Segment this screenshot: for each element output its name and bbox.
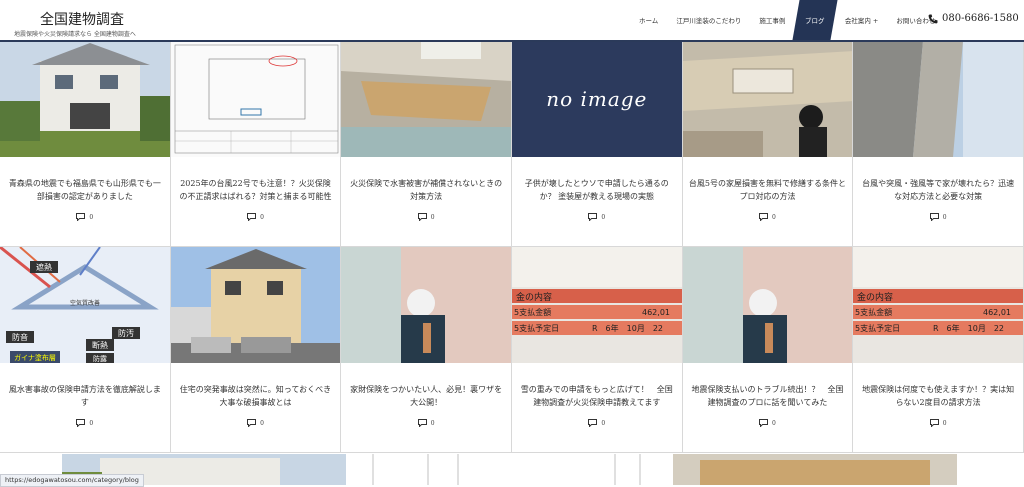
post-title[interactable]: 台風や突風・強風等で家が壊れたら？迅速な対応方法と必要な対策 <box>859 177 1017 203</box>
post-card[interactable]: 台風や突風・強風等で家が壊れたら？迅速な対応方法と必要な対策 0 <box>853 41 1024 247</box>
svg-text:5支払金額: 5支払金額 <box>855 307 892 317</box>
post-card[interactable]: 青森県の地震でも福島県でも山形県でも一部損害の認定がありました 0 <box>0 41 171 247</box>
main-nav: ホーム 江戸川塗装のこだわり 施工事例 ブログ 会社案内 + お問い合わせ <box>630 0 944 40</box>
no-image-placeholder[interactable]: no image <box>511 41 682 157</box>
comment-count: 0 <box>512 213 682 221</box>
comment-icon <box>247 213 257 221</box>
comment-count: 0 <box>853 213 1023 221</box>
comment-count: 0 <box>683 213 853 221</box>
comment-count: 0 <box>0 213 170 221</box>
svg-text:ガイナ塗布層: ガイナ塗布層 <box>14 353 56 362</box>
comment-count: 0 <box>341 419 511 427</box>
post-title[interactable]: 地震保険は何度でも使えますか！？実は知らない2度目の請求方法 <box>859 383 1017 409</box>
svg-text:遮熱: 遮熱 <box>36 262 52 272</box>
svg-text:5支払予定日: 5支払予定日 <box>514 323 559 333</box>
comment-count: 0 <box>341 213 511 221</box>
post-thumbnail[interactable]: 遮熱 空気質改善 防音 断熱 防汚 防露 ガイナ塗布層 <box>0 247 170 363</box>
post-card[interactable]: 地震保険支払いのトラブル続出！？ 全国建物調査のプロに話を聞いてみた 0 <box>682 247 854 453</box>
post-title[interactable]: 雪の重みでの申請をもっと広げて！ 全国建物調査が火災保険申請教えてます <box>518 383 676 409</box>
comment-icon <box>588 213 598 221</box>
status-bar-url: https://edogawatosou.com/category/blog <box>0 474 144 487</box>
svg-text:R 6年 10月 22: R 6年 10月 22 <box>933 323 1004 333</box>
comment-icon <box>759 419 769 427</box>
site-header: 全国建物調査 地震保険や火災保険請求なら 全国建物調査へ ホーム 江戸川塗装のこ… <box>0 0 1024 42</box>
post-thumbnail[interactable] <box>682 247 853 363</box>
nav-home[interactable]: ホーム <box>630 0 667 40</box>
site-title[interactable]: 全国建物調査 <box>40 9 124 29</box>
post-thumbnail[interactable]: 金の内容 5支払金額 462,01 5支払予定日 R 6年 10月 22 <box>511 247 682 363</box>
post-thumbnail[interactable]: 金の内容 5支払金額 462,01 5支払予定日 R 6年 10月 22 <box>853 247 1023 363</box>
post-card[interactable]: 台風5号の家屋損害を無料で修繕する条件とプロ対応の方法 0 <box>682 41 854 247</box>
comment-count: 0 <box>171 419 341 427</box>
next-row-preview <box>0 454 1024 485</box>
post-title[interactable]: 火災保険で水害被害が補償されないときの対策方法 <box>347 177 505 203</box>
comment-icon <box>417 213 427 221</box>
post-title[interactable]: 2025年の台風22号でも注意！？火災保険の不正請求はばれる？対策と捕まる可能性 <box>177 177 335 203</box>
comment-count: 0 <box>683 419 853 427</box>
comment-icon <box>417 419 427 427</box>
svg-text:断熱: 断熱 <box>92 340 108 350</box>
comment-count: 0 <box>0 419 170 427</box>
comment-icon <box>929 419 939 427</box>
post-thumbnail[interactable] <box>853 41 1023 157</box>
post-card[interactable]: 住宅の突発事故は突然に。知っておくべき大事な破損事故とは 0 <box>170 247 342 453</box>
svg-text:5支払予定日: 5支払予定日 <box>855 323 900 333</box>
comment-count: 0 <box>171 213 341 221</box>
post-title[interactable]: 住宅の突発事故は突然に。知っておくべき大事な破損事故とは <box>177 383 335 409</box>
post-card[interactable]: 火災保険で水害被害が補償されないときの対策方法 0 <box>341 41 512 247</box>
comment-count: 0 <box>512 419 682 427</box>
post-card[interactable]: 遮熱 空気質改善 防音 断熱 防汚 防露 ガイナ塗布層 風水害事故の保険申請方法… <box>0 247 171 453</box>
post-card[interactable]: 家財保険をつかいたい人、必見！裏ワザを大公開！ 0 <box>341 247 512 453</box>
svg-text:防音: 防音 <box>12 332 28 342</box>
blog-post-grid: 青森県の地震でも福島県でも山形県でも一部損害の認定がありました 0 2025年の… <box>0 41 1024 454</box>
svg-text:金の内容: 金の内容 <box>857 291 893 303</box>
post-thumbnail[interactable] <box>341 41 511 157</box>
post-title[interactable]: 風水害事故の保険申請方法を徹底解説します <box>6 383 164 409</box>
post-card[interactable]: 金の内容 5支払金額 462,01 5支払予定日 R 6年 10月 22 地震保… <box>853 247 1024 453</box>
post-thumbnail[interactable] <box>170 41 341 157</box>
svg-text:防汚: 防汚 <box>118 328 134 338</box>
phone-number: 080-6686-1580 <box>942 13 1019 24</box>
svg-text:R 6年 10月 22: R 6年 10月 22 <box>592 323 663 333</box>
nav-company[interactable]: 会社案内 + <box>836 0 888 40</box>
svg-text:462,01: 462,01 <box>983 308 1011 317</box>
nav-works[interactable]: 施工事例 <box>750 0 794 40</box>
svg-text:空気質改善: 空気質改善 <box>70 299 100 307</box>
svg-text:金の内容: 金の内容 <box>516 291 552 303</box>
post-thumbnail[interactable] <box>170 247 341 363</box>
svg-text:462,01: 462,01 <box>642 308 670 317</box>
comment-count: 0 <box>853 419 1023 427</box>
comment-icon <box>76 213 86 221</box>
post-title[interactable]: 青森県の地震でも福島県でも山形県でも一部損害の認定がありました <box>6 177 164 203</box>
phone-icon <box>928 14 938 23</box>
svg-text:5支払金額: 5支払金額 <box>514 307 551 317</box>
post-card[interactable]: 2025年の台風22号でも注意！？火災保険の不正請求はばれる？対策と捕まる可能性… <box>170 41 342 247</box>
svg-text:防露: 防露 <box>93 354 107 363</box>
nav-commitment[interactable]: 江戸川塗装のこだわり <box>667 0 750 40</box>
comment-icon <box>759 213 769 221</box>
post-thumbnail[interactable] <box>341 247 511 363</box>
post-title[interactable]: 地震保険支払いのトラブル続出！？ 全国建物調査のプロに話を聞いてみた <box>689 383 847 409</box>
post-card[interactable]: 金の内容 5支払金額 462,01 5支払予定日 R 6年 10月 22 雪の重… <box>511 247 683 453</box>
post-thumbnail[interactable] <box>682 41 853 157</box>
phone-link[interactable]: 080-6686-1580 <box>928 13 1019 24</box>
post-title[interactable]: 子供が壊したとウソで申請したら通るのか？ 塗装屋が教える現場の実態 <box>518 177 676 203</box>
comment-icon <box>76 419 86 427</box>
comment-icon <box>588 419 598 427</box>
comment-icon <box>929 213 939 221</box>
post-title[interactable]: 台風5号の家屋損害を無料で修繕する条件とプロ対応の方法 <box>689 177 847 203</box>
site-tagline: 地震保険や火災保険請求なら 全国建物調査へ <box>14 31 136 38</box>
post-title[interactable]: 家財保険をつかいたい人、必見！裏ワザを大公開！ <box>347 383 505 409</box>
post-card[interactable]: no image 子供が壊したとウソで申請したら通るのか？ 塗装屋が教える現場の… <box>511 41 683 247</box>
post-thumbnail[interactable] <box>0 41 170 157</box>
nav-blog[interactable]: ブログ <box>792 0 838 40</box>
comment-icon <box>247 419 257 427</box>
